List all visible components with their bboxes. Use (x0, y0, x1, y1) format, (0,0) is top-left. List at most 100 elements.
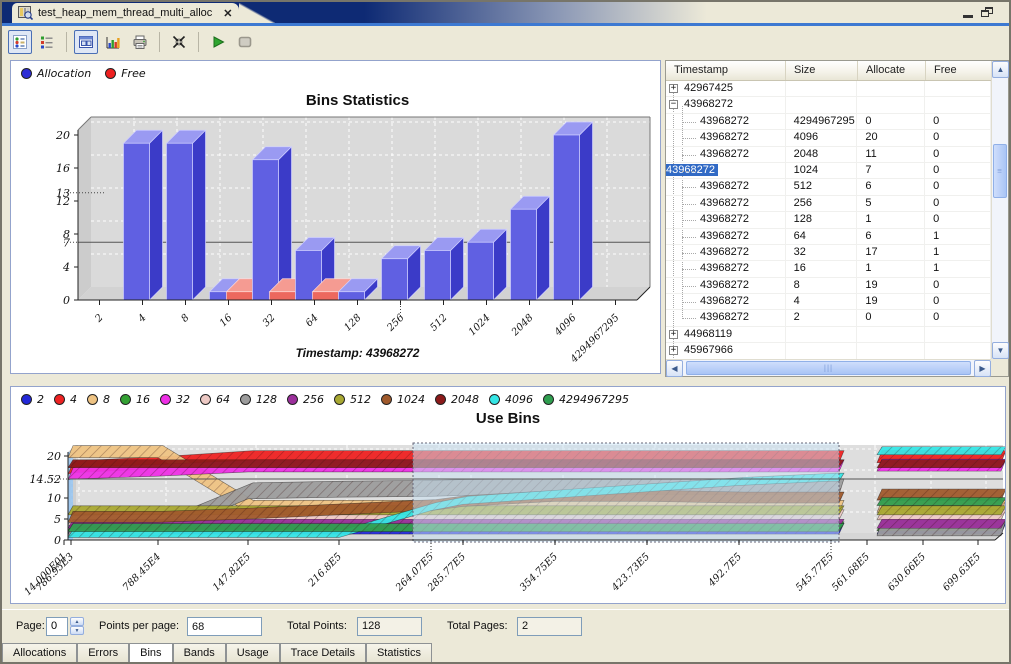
scroll-up-icon[interactable]: ▲ (992, 61, 1009, 78)
total-points-value: 128 (357, 617, 422, 636)
allocation-bar[interactable] (468, 242, 494, 300)
table-row[interactable]: 4396827212810 (666, 212, 991, 228)
allocation-bar[interactable] (167, 143, 193, 300)
table-row[interactable]: 4396827251260 (666, 179, 991, 195)
restore-icon[interactable] (981, 7, 995, 18)
timestamp-value: 43968272 (700, 230, 749, 242)
table-row[interactable]: 43968272200 (666, 310, 991, 326)
x-axis-tick-label: 699.63E5 (941, 551, 983, 593)
points-per-page-label: Points per page: (99, 620, 179, 632)
footer-tab-errors[interactable]: Errors (77, 643, 129, 662)
list-view-button[interactable] (35, 30, 59, 54)
allocation-bar[interactable] (537, 196, 550, 300)
horizontal-scrollbar[interactable]: ◀ ||| ▶ (666, 359, 991, 376)
close-icon[interactable]: ✕ (223, 7, 232, 20)
vertical-scrollbar[interactable]: ▲ ≡ ▼ (991, 61, 1008, 359)
view-tab[interactable]: test_heap_mem_thread_multi_alloc ✕ (12, 3, 239, 23)
expand-icon[interactable]: + (669, 330, 678, 339)
table-row[interactable]: +44968119 (666, 327, 991, 343)
use-legend-item: 16 (120, 393, 150, 406)
overview-button[interactable] (74, 30, 98, 54)
use-legend-swatch-icon (381, 394, 392, 405)
x-axis-tick-label: 630.66E5 (886, 551, 928, 593)
allocation-bar[interactable] (193, 130, 206, 300)
scroll-right-icon[interactable]: ▶ (974, 360, 991, 377)
use-legend-item: 32 (160, 393, 190, 406)
table-row[interactable]: 439682722048110 (666, 147, 991, 163)
allocation-bar[interactable] (124, 143, 150, 300)
cell-free: 0 (925, 212, 991, 227)
collapse-all-button[interactable] (167, 30, 191, 54)
scroll-down-icon[interactable]: ▼ (992, 342, 1009, 359)
footer-tab-usage[interactable]: Usage (226, 643, 280, 662)
run-button[interactable] (206, 30, 230, 54)
cell-allocate: 17 (857, 245, 925, 260)
cell-timestamp: 43968272 (666, 163, 786, 178)
table-row[interactable]: 439682726461 (666, 229, 991, 245)
bins-statistics-chart[interactable]: 0481216207132481632641282565121024204840… (11, 61, 660, 373)
column-header-size[interactable]: Size (786, 61, 858, 80)
allocation-bar[interactable] (279, 147, 292, 300)
allocation-bar[interactable] (150, 130, 163, 300)
use-bins-chart[interactable]: 05102014.5214.000E01786.95E3788.45E4147.… (11, 387, 1005, 603)
allocation-bar[interactable] (253, 160, 279, 300)
expand-icon[interactable]: + (669, 84, 678, 93)
print-button[interactable] (128, 30, 152, 54)
cell-size: 16 (786, 261, 858, 276)
table-row[interactable]: 439682721611 (666, 261, 991, 277)
allocation-bar[interactable] (339, 292, 365, 300)
y-axis-tick-label: 16 (56, 162, 70, 175)
vertical-scroll-thumb[interactable]: ≡ (993, 144, 1007, 198)
footer-tab-bins[interactable]: Bins (129, 643, 172, 662)
free-bar[interactable] (313, 292, 339, 300)
table-row[interactable]: 439682724190 (666, 294, 991, 310)
column-header-timestamp[interactable]: Timestamp (666, 61, 786, 80)
x-axis-caption: Timestamp: 43968272 (296, 346, 420, 360)
table-row[interactable]: 4396827232171 (666, 245, 991, 261)
table-row[interactable]: 4396827225650 (666, 196, 991, 212)
allocation-bar[interactable] (511, 209, 537, 300)
tree-guide (682, 220, 696, 221)
cell-free: 0 (925, 196, 991, 211)
table-row[interactable]: +42967425 (666, 81, 991, 97)
footer-tab-allocations[interactable]: Allocations (2, 643, 77, 662)
cell-allocate: 11 (857, 147, 925, 162)
table-row[interactable]: 43968272429496729500 (666, 114, 991, 130)
page-spinner[interactable]: 0 ▲▼ (46, 617, 84, 636)
free-bar[interactable] (227, 292, 253, 300)
allocation-bar[interactable] (580, 122, 593, 300)
table-row[interactable]: 439682728190 (666, 278, 991, 294)
expand-icon[interactable]: + (669, 346, 678, 355)
free-bar[interactable] (270, 292, 296, 300)
column-header-free[interactable]: Free (926, 61, 992, 80)
table-row[interactable]: +45967966 (666, 343, 991, 359)
grid-view-button[interactable] (8, 30, 32, 54)
horizontal-scroll-thumb[interactable]: ||| (686, 361, 971, 375)
table-row[interactable]: 439682724096200 (666, 130, 991, 146)
spinner-down-icon[interactable]: ▼ (70, 626, 84, 635)
table-row[interactable]: 43968272102470 (666, 163, 991, 179)
footer-tab-trace-details[interactable]: Trace Details (280, 643, 366, 662)
bar-chart-button[interactable] (101, 30, 125, 54)
table-row[interactable]: −43968272 (666, 97, 991, 113)
scroll-left-icon[interactable]: ◀ (666, 360, 683, 377)
footer-tab-statistics[interactable]: Statistics (366, 643, 432, 662)
table-header: TimestampSizeAllocateFree (666, 61, 1008, 81)
minimize-icon[interactable] (963, 7, 973, 18)
tree-guide (682, 253, 696, 254)
y-axis-marker-label: 7 (63, 236, 70, 249)
selection-overlay[interactable] (413, 443, 839, 542)
points-per-page-input[interactable] (187, 617, 262, 636)
allocation-bar[interactable] (382, 259, 408, 300)
spinner-up-icon[interactable]: ▲ (70, 617, 84, 626)
allocation-bar[interactable] (554, 135, 580, 300)
collapse-icon[interactable]: − (669, 100, 678, 109)
toolbar-separator (159, 32, 160, 52)
column-header-allocate[interactable]: Allocate (858, 61, 926, 80)
allocation-bar[interactable] (425, 251, 451, 301)
x-axis-tick-label: 147.82E5 (211, 551, 253, 593)
page-spinner-value[interactable]: 0 (46, 617, 68, 636)
footer-tab-bands[interactable]: Bands (173, 643, 226, 662)
cell-timestamp: +44968119 (666, 327, 786, 342)
x-axis-tick-label: 4 (136, 312, 149, 325)
